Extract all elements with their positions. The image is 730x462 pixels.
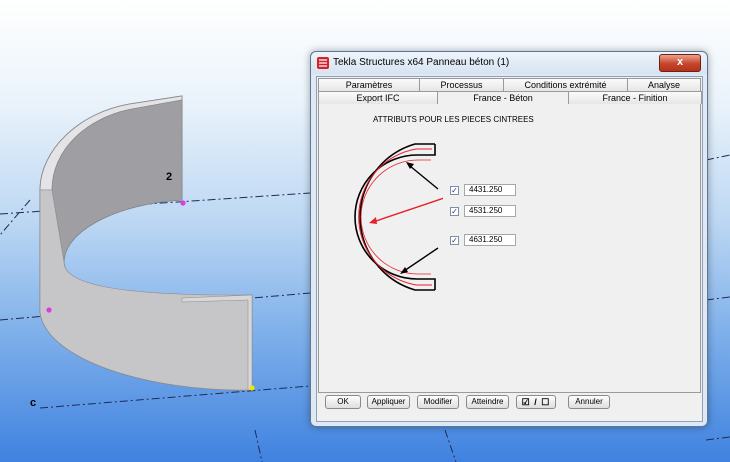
- grid-point-magenta[interactable]: [46, 307, 52, 313]
- dialog-titlebar[interactable]: Tekla Structures x64 Panneau béton (1) x: [311, 52, 707, 74]
- curved-piece-diagram: [354, 143, 443, 291]
- grid-point-yellow[interactable]: [249, 385, 255, 391]
- grid-label: c: [30, 397, 36, 409]
- attribute-checkbox-1[interactable]: ✓: [450, 185, 459, 195]
- modify-button[interactable]: Modifier: [417, 395, 459, 409]
- ok-button[interactable]: OK: [325, 395, 361, 409]
- grid-point-magenta[interactable]: [180, 200, 186, 206]
- tab-france-finition[interactable]: France - Finition: [568, 91, 702, 104]
- tab-parametres[interactable]: Paramètres: [318, 78, 420, 91]
- attribute-row-1: ✓ 4431.250: [450, 184, 516, 196]
- cancel-button[interactable]: Annuler: [568, 395, 610, 409]
- attribute-row-2: ✓ 4531.250: [450, 205, 516, 217]
- panel-properties-dialog[interactable]: Tekla Structures x64 Panneau béton (1) x…: [310, 51, 708, 427]
- tab-france-beton[interactable]: France - Béton: [437, 91, 569, 104]
- tab-conditions-extremite[interactable]: Conditions extrémité: [503, 78, 628, 91]
- tab-row-top: Paramètres Processus Conditions extrémit…: [318, 78, 701, 91]
- tab-processus[interactable]: Processus: [419, 78, 504, 91]
- close-button[interactable]: x: [659, 54, 701, 72]
- section-title: ATTRIBUTS POUR LES PIECES CINTREES: [373, 115, 534, 124]
- tekla-app-icon: [317, 57, 329, 69]
- radius-outer-field[interactable]: 4431.250: [464, 184, 516, 196]
- radius-inner-field[interactable]: 4631.250: [464, 234, 516, 246]
- dialog-button-bar: OK Appliquer Modifier Atteindre ☑ / ☐ An…: [320, 395, 700, 411]
- attribute-checkbox-2[interactable]: ✓: [450, 206, 459, 216]
- get-button[interactable]: Atteindre: [466, 395, 509, 409]
- apply-button[interactable]: Appliquer: [367, 395, 410, 409]
- dialog-title: Tekla Structures x64 Panneau béton (1): [333, 57, 510, 68]
- dialog-content: Paramètres Processus Conditions extrémit…: [316, 76, 703, 422]
- grid-label: 2: [166, 171, 172, 183]
- tab-panel-france-beton: ATTRIBUTS POUR LES PIECES CINTREES ✓ 443…: [318, 104, 701, 393]
- tab-row-bottom: Export IFC France - Béton France - Finit…: [318, 91, 702, 104]
- tab-analyse[interactable]: Analyse: [627, 78, 701, 91]
- close-icon: x: [676, 56, 684, 68]
- radius-middle-field[interactable]: 4531.250: [464, 205, 516, 217]
- toggle-all-button[interactable]: ☑ / ☐: [516, 395, 556, 409]
- attribute-row-3: ✓ 4631.250: [450, 234, 516, 246]
- curved-concrete-panel[interactable]: [39, 95, 253, 391]
- attribute-checkbox-3[interactable]: ✓: [450, 235, 459, 245]
- tab-export-ifc[interactable]: Export IFC: [318, 91, 438, 104]
